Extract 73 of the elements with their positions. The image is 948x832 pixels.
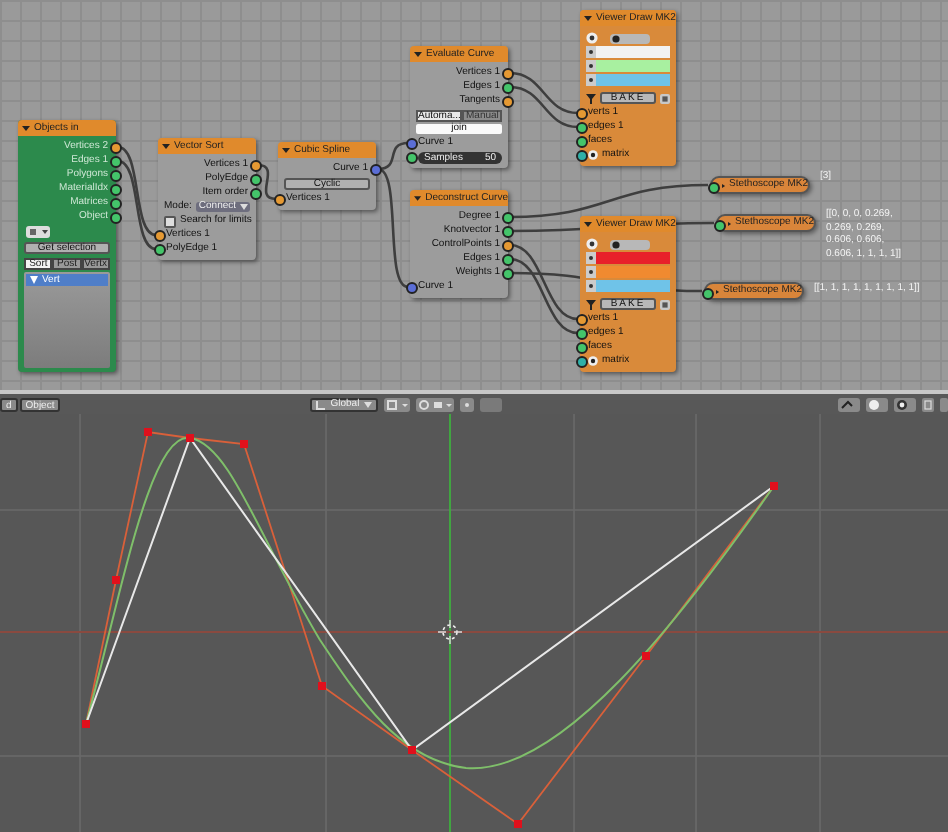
display-toggle-icon[interactable] xyxy=(610,33,650,43)
socket[interactable] xyxy=(109,142,121,155)
socket[interactable] xyxy=(153,230,165,243)
color-swatch[interactable] xyxy=(596,46,670,58)
color-swatch[interactable] xyxy=(596,252,670,264)
node-wire xyxy=(509,71,579,115)
filter-icon[interactable] xyxy=(586,93,596,103)
mesh-icon xyxy=(30,276,38,284)
socket[interactable] xyxy=(249,174,261,187)
color-swatch[interactable] xyxy=(596,280,670,292)
socket[interactable] xyxy=(109,198,121,211)
object-type-dropdown[interactable] xyxy=(26,226,50,238)
node-wire xyxy=(509,85,579,129)
socket[interactable] xyxy=(405,152,417,165)
eye-icon[interactable] xyxy=(586,238,598,250)
color-swatch[interactable] xyxy=(596,266,670,278)
node-wire xyxy=(257,163,277,201)
socket[interactable] xyxy=(369,164,381,177)
socket[interactable] xyxy=(501,268,513,281)
socket[interactable] xyxy=(405,138,417,151)
socket[interactable] xyxy=(501,212,513,225)
socket[interactable] xyxy=(575,150,587,163)
collapse-arrow-icon[interactable] xyxy=(162,142,170,150)
socket[interactable] xyxy=(249,188,261,201)
expand-arrow-icon[interactable] xyxy=(716,287,720,295)
collapse-arrow-icon[interactable] xyxy=(584,14,592,22)
collapse-arrow-icon[interactable] xyxy=(584,220,592,228)
socket[interactable] xyxy=(405,282,417,295)
dot-icon[interactable] xyxy=(586,46,596,58)
eye-icon[interactable] xyxy=(586,32,598,44)
node-wire xyxy=(117,145,157,237)
display-toggle-icon[interactable] xyxy=(610,239,650,249)
color-swatch[interactable] xyxy=(596,60,670,72)
socket[interactable] xyxy=(575,328,587,341)
eye-icon[interactable] xyxy=(588,356,598,366)
socket[interactable] xyxy=(501,82,513,95)
axis-icon xyxy=(316,399,327,409)
socket[interactable] xyxy=(575,136,587,149)
socket[interactable] xyxy=(713,220,725,232)
socket[interactable] xyxy=(249,160,261,173)
eye-icon[interactable] xyxy=(588,150,598,160)
socket[interactable] xyxy=(109,170,121,183)
collapse-arrow-icon[interactable] xyxy=(282,146,290,154)
caret-icon xyxy=(239,204,247,210)
socket[interactable] xyxy=(575,108,587,121)
dot-icon[interactable] xyxy=(586,252,596,264)
socket[interactable] xyxy=(153,244,165,257)
socket[interactable] xyxy=(575,342,587,355)
socket[interactable] xyxy=(501,240,513,253)
3d-cursor-icon[interactable] xyxy=(437,619,463,645)
collapse-arrow-icon[interactable] xyxy=(414,50,422,58)
checkbox[interactable] xyxy=(164,215,176,227)
filter-icon[interactable] xyxy=(586,299,596,309)
socket[interactable] xyxy=(109,156,121,169)
color-swatch[interactable] xyxy=(596,74,670,86)
socket[interactable] xyxy=(575,356,587,369)
caret-icon xyxy=(363,401,372,407)
socket[interactable] xyxy=(575,122,587,135)
socket[interactable] xyxy=(109,184,121,197)
expand-arrow-icon[interactable] xyxy=(728,219,732,227)
node-wire xyxy=(117,159,157,251)
socket[interactable] xyxy=(707,182,719,194)
socket[interactable] xyxy=(109,212,121,225)
collapse-arrow-icon[interactable] xyxy=(22,124,30,132)
expand-arrow-icon[interactable] xyxy=(722,181,726,189)
socket[interactable] xyxy=(501,226,513,239)
socket[interactable] xyxy=(701,288,713,300)
socket[interactable] xyxy=(501,254,513,267)
socket[interactable] xyxy=(273,194,285,207)
socket[interactable] xyxy=(501,68,513,81)
socket[interactable] xyxy=(575,314,587,327)
collapse-arrow-icon[interactable] xyxy=(414,194,422,202)
socket[interactable] xyxy=(501,96,513,109)
